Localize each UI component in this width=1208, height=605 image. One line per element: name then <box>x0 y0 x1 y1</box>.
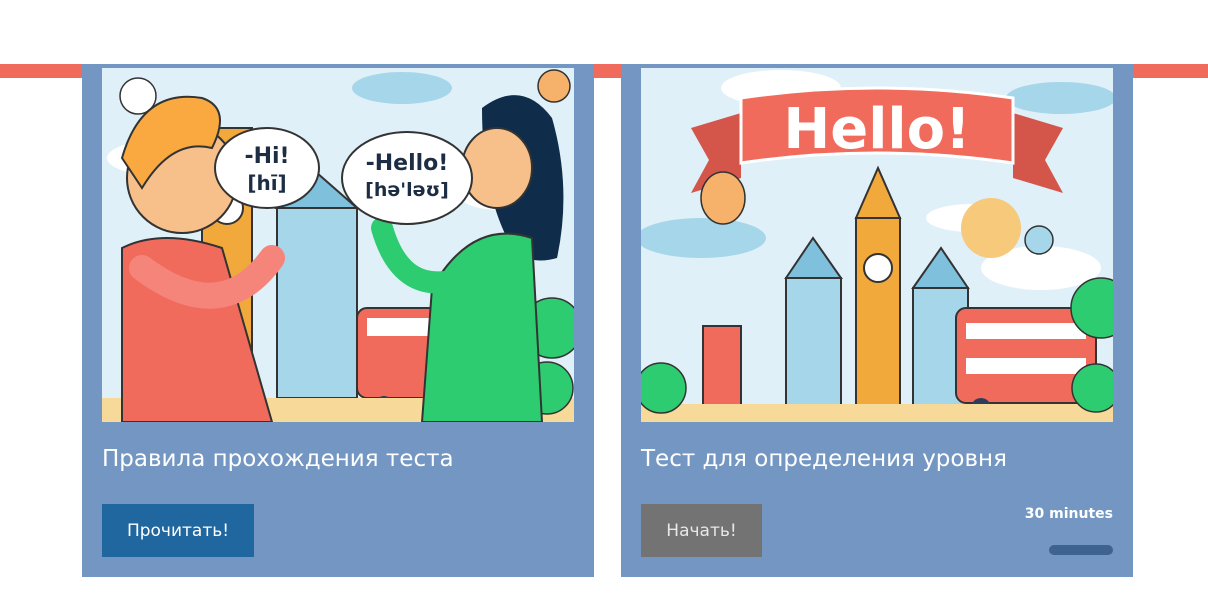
speech-right-line2: [hə'ləʊ] <box>365 179 449 201</box>
card-test-rules: -Hi! [hī] -Hello! [hə'ləʊ] Правила прохо… <box>82 64 594 577</box>
illustration-hello: Hello! <box>641 68 1113 422</box>
card-level-test: Hello! Тест для определения уровня Начат… <box>621 64 1133 577</box>
progress-bar <box>1049 545 1113 555</box>
start-button[interactable]: Начать! <box>641 504 762 557</box>
illustration-greeting: -Hi! [hī] -Hello! [hə'ləʊ] <box>102 68 574 422</box>
card-title: Тест для определения уровня <box>641 446 1007 472</box>
speech-right-line1: -Hello! <box>366 151 449 176</box>
card-title: Правила прохождения теста <box>102 446 454 472</box>
speech-left-line2: [hī] <box>247 171 286 195</box>
duration-label: 30 minutes <box>1024 506 1113 522</box>
banner-text: Hello! <box>783 97 970 162</box>
read-button[interactable]: Прочитать! <box>102 504 254 557</box>
speech-left-line1: -Hi! <box>244 144 289 169</box>
